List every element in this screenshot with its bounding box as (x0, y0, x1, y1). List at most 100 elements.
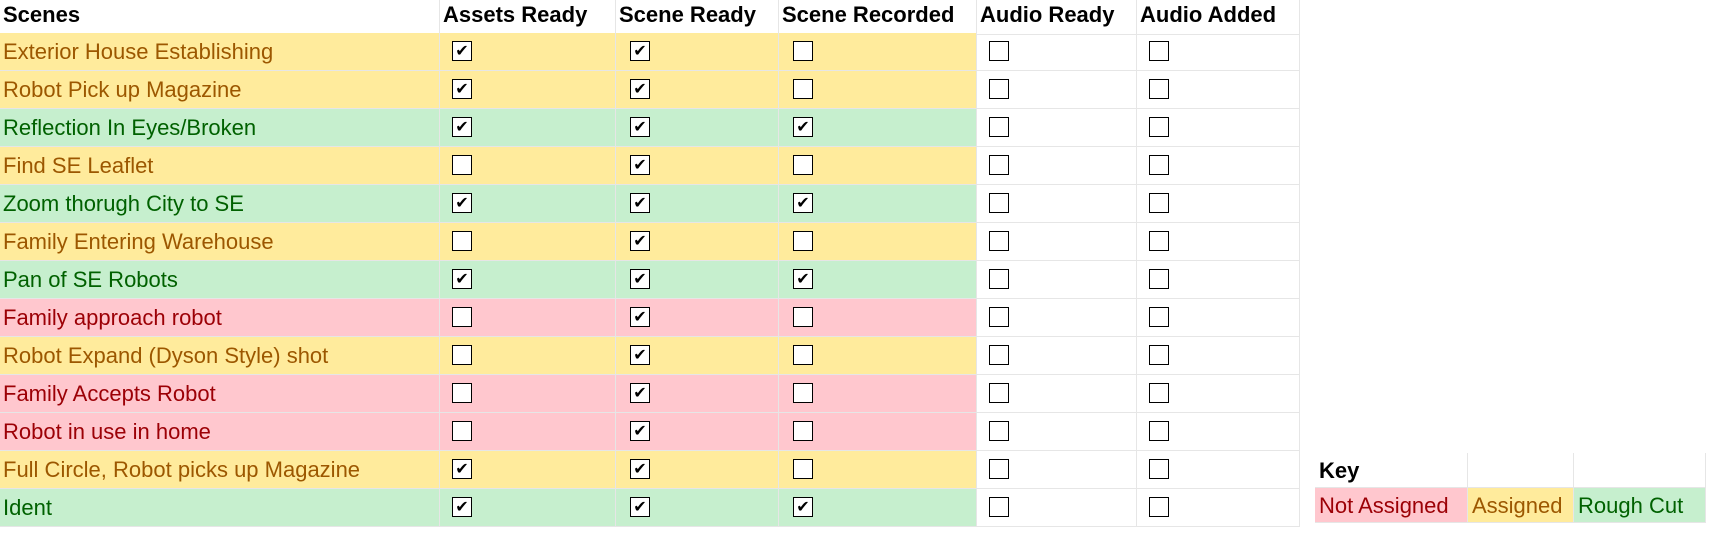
key-rough-cut: Rough Cut (1574, 488, 1706, 523)
audio-added-checkbox[interactable] (1149, 345, 1169, 365)
table-row: Family approach robot ✔ (0, 299, 1300, 337)
audio-ready-checkbox[interactable] (989, 383, 1009, 403)
scene-ready-checkbox[interactable]: ✔ (630, 307, 650, 327)
assets-ready-checkbox[interactable]: ✔ (452, 269, 472, 289)
scene-ready-checkbox[interactable]: ✔ (630, 269, 650, 289)
audio-added-checkbox[interactable] (1149, 117, 1169, 137)
scene-recorded-checkbox[interactable] (793, 41, 813, 61)
audio-ready-checkbox[interactable] (989, 155, 1009, 175)
scene-recorded-checkbox[interactable] (793, 383, 813, 403)
scene-recorded-checkbox[interactable]: ✔ (793, 497, 813, 517)
scene-recorded-cell (779, 71, 977, 109)
audio-added-checkbox[interactable] (1149, 497, 1169, 517)
scene-ready-cell: ✔ (616, 261, 779, 299)
table-row: Robot Pick up Magazine ✔ ✔ (0, 71, 1300, 109)
assets-ready-checkbox[interactable] (452, 421, 472, 441)
scene-recorded-checkbox[interactable]: ✔ (793, 193, 813, 213)
audio-ready-checkbox[interactable] (989, 79, 1009, 99)
key-not-assigned: Not Assigned (1315, 488, 1468, 523)
scene-ready-checkbox[interactable]: ✔ (630, 497, 650, 517)
assets-ready-cell (440, 147, 616, 185)
assets-ready-checkbox[interactable]: ✔ (452, 497, 472, 517)
scene-name: Robot in use in home (0, 413, 440, 451)
key-title: Key (1315, 453, 1468, 488)
scene-recorded-checkbox[interactable] (793, 421, 813, 441)
audio-ready-checkbox[interactable] (989, 41, 1009, 61)
scene-name: Exterior House Establishing (0, 33, 440, 71)
assets-ready-checkbox[interactable] (452, 231, 472, 251)
audio-added-checkbox[interactable] (1149, 193, 1169, 213)
assets-ready-checkbox[interactable]: ✔ (452, 79, 472, 99)
assets-ready-checkbox[interactable]: ✔ (452, 41, 472, 61)
assets-ready-checkbox[interactable] (452, 383, 472, 403)
scene-ready-checkbox[interactable]: ✔ (630, 459, 650, 479)
scene-ready-checkbox[interactable]: ✔ (630, 193, 650, 213)
audio-added-checkbox[interactable] (1149, 231, 1169, 251)
audio-ready-cell (977, 261, 1137, 299)
audio-ready-checkbox[interactable] (989, 269, 1009, 289)
audio-ready-checkbox[interactable] (989, 345, 1009, 365)
audio-added-checkbox[interactable] (1149, 383, 1169, 403)
audio-added-checkbox[interactable] (1149, 459, 1169, 479)
scene-recorded-checkbox[interactable]: ✔ (793, 117, 813, 137)
assets-ready-cell: ✔ (440, 185, 616, 223)
table-row: Pan of SE Robots ✔ ✔ ✔ (0, 261, 1300, 299)
scene-ready-checkbox[interactable]: ✔ (630, 383, 650, 403)
audio-added-cell (1137, 451, 1300, 489)
audio-added-cell (1137, 261, 1300, 299)
scene-recorded-checkbox[interactable]: ✔ (793, 269, 813, 289)
table-row: Exterior House Establishing ✔ ✔ (0, 33, 1300, 71)
assets-ready-checkbox[interactable]: ✔ (452, 193, 472, 213)
col-header-assets-ready: Assets Ready (440, 0, 616, 35)
audio-added-checkbox[interactable] (1149, 79, 1169, 99)
scene-name: Full Circle, Robot picks up Magazine (0, 451, 440, 489)
header-row: Scenes Assets Ready Scene Ready Scene Re… (0, 0, 1300, 35)
scene-recorded-cell (779, 451, 977, 489)
scene-recorded-checkbox[interactable] (793, 345, 813, 365)
assets-ready-cell: ✔ (440, 489, 616, 527)
audio-added-checkbox[interactable] (1149, 421, 1169, 441)
scene-ready-checkbox[interactable]: ✔ (630, 41, 650, 61)
scene-ready-cell: ✔ (616, 451, 779, 489)
scene-recorded-checkbox[interactable] (793, 307, 813, 327)
table-row: Reflection In Eyes/Broken ✔ ✔ ✔ (0, 109, 1300, 147)
assets-ready-checkbox[interactable] (452, 307, 472, 327)
assets-ready-checkbox[interactable]: ✔ (452, 117, 472, 137)
scene-recorded-checkbox[interactable] (793, 459, 813, 479)
audio-ready-cell (977, 71, 1137, 109)
audio-ready-checkbox[interactable] (989, 307, 1009, 327)
assets-ready-checkbox[interactable] (452, 155, 472, 175)
assets-ready-cell: ✔ (440, 33, 616, 71)
scene-ready-checkbox[interactable]: ✔ (630, 155, 650, 175)
audio-ready-checkbox[interactable] (989, 497, 1009, 517)
audio-ready-checkbox[interactable] (989, 117, 1009, 137)
audio-ready-checkbox[interactable] (989, 459, 1009, 479)
audio-added-cell (1137, 185, 1300, 223)
scene-ready-checkbox[interactable]: ✔ (630, 117, 650, 137)
audio-added-checkbox[interactable] (1149, 307, 1169, 327)
scene-recorded-cell: ✔ (779, 109, 977, 147)
scene-ready-checkbox[interactable]: ✔ (630, 79, 650, 99)
scene-recorded-checkbox[interactable] (793, 79, 813, 99)
audio-ready-cell (977, 375, 1137, 413)
audio-added-checkbox[interactable] (1149, 41, 1169, 61)
scene-recorded-checkbox[interactable] (793, 231, 813, 251)
audio-added-checkbox[interactable] (1149, 269, 1169, 289)
audio-added-cell (1137, 375, 1300, 413)
assets-ready-cell (440, 299, 616, 337)
scene-ready-checkbox[interactable]: ✔ (630, 231, 650, 251)
assets-ready-cell (440, 223, 616, 261)
audio-ready-cell (977, 451, 1137, 489)
audio-added-checkbox[interactable] (1149, 155, 1169, 175)
audio-ready-checkbox[interactable] (989, 421, 1009, 441)
scene-ready-checkbox[interactable]: ✔ (630, 421, 650, 441)
table-row: Full Circle, Robot picks up Magazine ✔ ✔ (0, 451, 1300, 489)
audio-ready-checkbox[interactable] (989, 193, 1009, 213)
audio-ready-checkbox[interactable] (989, 231, 1009, 251)
scene-ready-checkbox[interactable]: ✔ (630, 345, 650, 365)
audio-added-cell (1137, 223, 1300, 261)
assets-ready-checkbox[interactable]: ✔ (452, 459, 472, 479)
assets-ready-cell: ✔ (440, 261, 616, 299)
scene-recorded-checkbox[interactable] (793, 155, 813, 175)
assets-ready-checkbox[interactable] (452, 345, 472, 365)
